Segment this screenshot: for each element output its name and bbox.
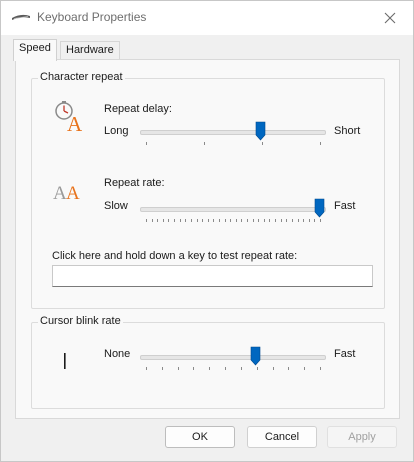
slider-tick xyxy=(241,219,243,222)
slider-tick xyxy=(146,219,147,222)
text-cursor-icon xyxy=(64,353,66,369)
slider-tick xyxy=(272,367,274,370)
ok-button[interactable]: OK xyxy=(165,426,235,448)
tab-hardware[interactable]: Hardware xyxy=(60,41,120,60)
slider-tick xyxy=(185,219,187,222)
slider-tick xyxy=(151,219,153,222)
slider-tick xyxy=(314,219,316,222)
character-repeat-group: Character repeat A Repeat delay: Long Sh… xyxy=(31,71,385,309)
slider-tick xyxy=(196,219,198,222)
slider-tick xyxy=(204,142,205,145)
slider-tick xyxy=(207,219,209,222)
cursor-blink-min-label: None xyxy=(104,348,131,360)
slider-thumb[interactable] xyxy=(255,121,266,141)
slider-tick xyxy=(269,219,271,222)
tab-speed[interactable]: Speed xyxy=(13,39,57,61)
slider-tick xyxy=(177,367,179,370)
slider-tick xyxy=(190,219,192,222)
slider-thumb[interactable] xyxy=(250,346,261,366)
repeat-rate-slider[interactable] xyxy=(140,198,326,233)
slider-tick xyxy=(258,219,260,222)
slider-tick xyxy=(297,219,299,222)
slider-tick xyxy=(157,219,159,222)
repeat-rate-label: Repeat rate: xyxy=(104,177,165,189)
slider-tick xyxy=(193,367,195,370)
slider-tick xyxy=(202,219,204,222)
slider-tick xyxy=(213,219,215,222)
slider-tick xyxy=(179,219,181,222)
slider-ticks xyxy=(140,142,326,148)
keyboard-properties-dialog: Keyboard Properties Speed Hardware Chara… xyxy=(0,0,414,462)
repeat-delay-slider[interactable] xyxy=(140,121,326,156)
slider-tick xyxy=(320,367,321,370)
slider-tick xyxy=(304,367,306,370)
slider-tick xyxy=(320,142,321,145)
slider-tick xyxy=(247,219,249,222)
cancel-button[interactable]: Cancel xyxy=(247,426,317,448)
slider-track xyxy=(140,130,326,135)
slider-tick xyxy=(320,219,321,222)
svg-text:A: A xyxy=(66,183,80,203)
slider-tick xyxy=(162,219,164,222)
slider-tick xyxy=(224,219,226,222)
slider-ticks xyxy=(140,367,326,373)
slider-tick xyxy=(280,219,282,222)
slider-tick xyxy=(291,219,293,222)
character-repeat-label: Character repeat xyxy=(38,71,125,83)
slider-ticks xyxy=(140,219,326,225)
cursor-blink-max-label: Fast xyxy=(334,348,356,360)
repeat-delay-max-label: Short xyxy=(334,125,361,137)
slider-tick xyxy=(240,367,242,370)
slider-tick xyxy=(146,367,147,370)
cursor-blink-slider[interactable] xyxy=(140,346,326,381)
test-repeat-label: Click here and hold down a key to test r… xyxy=(52,250,298,262)
svg-text:A: A xyxy=(67,112,83,132)
slider-tick xyxy=(262,142,263,145)
slider-tick xyxy=(286,219,288,222)
title-bar: Keyboard Properties xyxy=(1,1,413,35)
repeat-rate-max-label: Fast xyxy=(334,200,356,212)
close-button[interactable] xyxy=(367,1,413,34)
slider-tick xyxy=(218,219,220,222)
slider-tick xyxy=(263,219,265,222)
repeat-rate-min-label: Slow xyxy=(104,200,128,212)
close-icon xyxy=(384,12,396,23)
slider-track xyxy=(140,355,326,360)
double-letter-a-icon: A A xyxy=(53,183,80,203)
slider-tick xyxy=(275,219,277,222)
window-title: Keyboard Properties xyxy=(37,10,147,24)
repeat-delay-label: Repeat delay: xyxy=(104,103,172,115)
svg-text:A: A xyxy=(53,183,67,203)
slider-tick xyxy=(288,367,290,370)
keyboard-icon xyxy=(12,14,30,20)
slider-tick xyxy=(174,219,176,222)
slider-tick xyxy=(225,367,227,370)
slider-tick xyxy=(146,142,147,145)
slider-track xyxy=(140,207,326,212)
test-repeat-input[interactable] xyxy=(52,265,373,287)
stopwatch-letter-a-icon: A xyxy=(55,101,83,132)
cursor-blink-group: Cursor blink rate None Fast xyxy=(31,315,385,409)
slider-tick xyxy=(235,219,237,222)
slider-tick xyxy=(168,219,170,222)
slider-tick xyxy=(256,367,258,370)
apply-button[interactable]: Apply xyxy=(327,426,397,448)
slider-tick xyxy=(303,219,305,222)
slider-tick xyxy=(252,219,254,222)
slider-thumb[interactable] xyxy=(314,198,325,218)
slider-tick xyxy=(161,367,163,370)
repeat-delay-min-label: Long xyxy=(104,125,129,137)
cursor-blink-label: Cursor blink rate xyxy=(38,315,123,327)
speed-tab-panel: Character repeat A Repeat delay: Long Sh… xyxy=(15,59,400,419)
slider-tick xyxy=(230,219,232,222)
slider-tick xyxy=(308,219,310,222)
slider-tick xyxy=(209,367,211,370)
